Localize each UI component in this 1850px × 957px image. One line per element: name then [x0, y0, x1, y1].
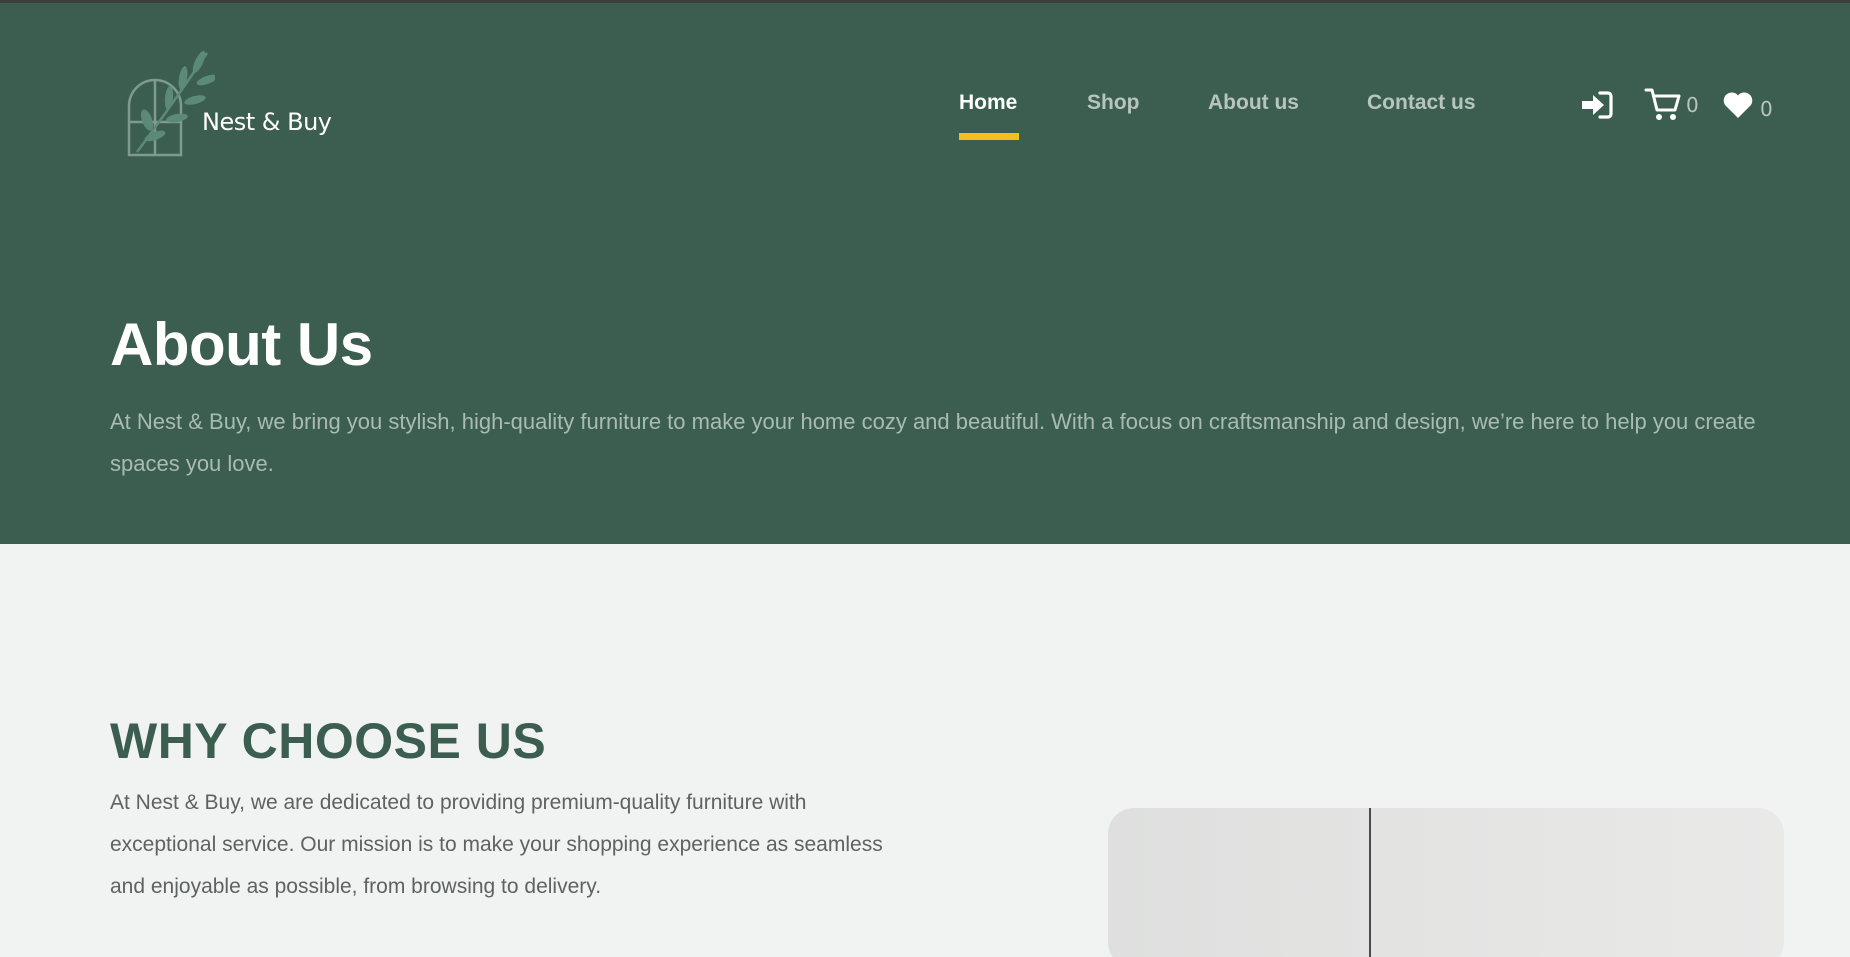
heart-icon — [1723, 92, 1753, 118]
nav-about-us[interactable]: About us — [1208, 91, 1299, 115]
login-button[interactable] — [1580, 90, 1614, 125]
cart-button[interactable]: 0 — [1644, 86, 1699, 127]
wishlist-count: 0 — [1760, 97, 1773, 121]
image-divider — [1369, 808, 1371, 957]
nav-shop[interactable]: Shop — [1087, 91, 1140, 115]
window-plant-icon — [127, 50, 215, 157]
nav-contact-us[interactable]: Contact us — [1367, 91, 1476, 115]
cart-count: 0 — [1686, 93, 1699, 117]
brand-name: Nest & Buy — [202, 108, 332, 136]
hero-description: At Nest & Buy, we bring you stylish, hig… — [110, 409, 1756, 476]
section-description: At Nest & Buy, we are dedicated to provi… — [110, 791, 883, 898]
section-title: WHY CHOOSE US — [110, 713, 547, 769]
login-icon — [1582, 91, 1613, 119]
logo[interactable]: Nest & Buy — [125, 48, 335, 158]
page-title: About Us — [110, 311, 373, 378]
hero-section: Nest & Buy Home Shop About us Contact us… — [0, 3, 1850, 544]
cart-icon — [1644, 88, 1681, 120]
active-nav-indicator — [959, 133, 1019, 140]
furniture-image — [1108, 808, 1784, 957]
nav-home[interactable]: Home — [959, 91, 1017, 115]
wishlist-button[interactable]: 0 — [1722, 91, 1773, 124]
